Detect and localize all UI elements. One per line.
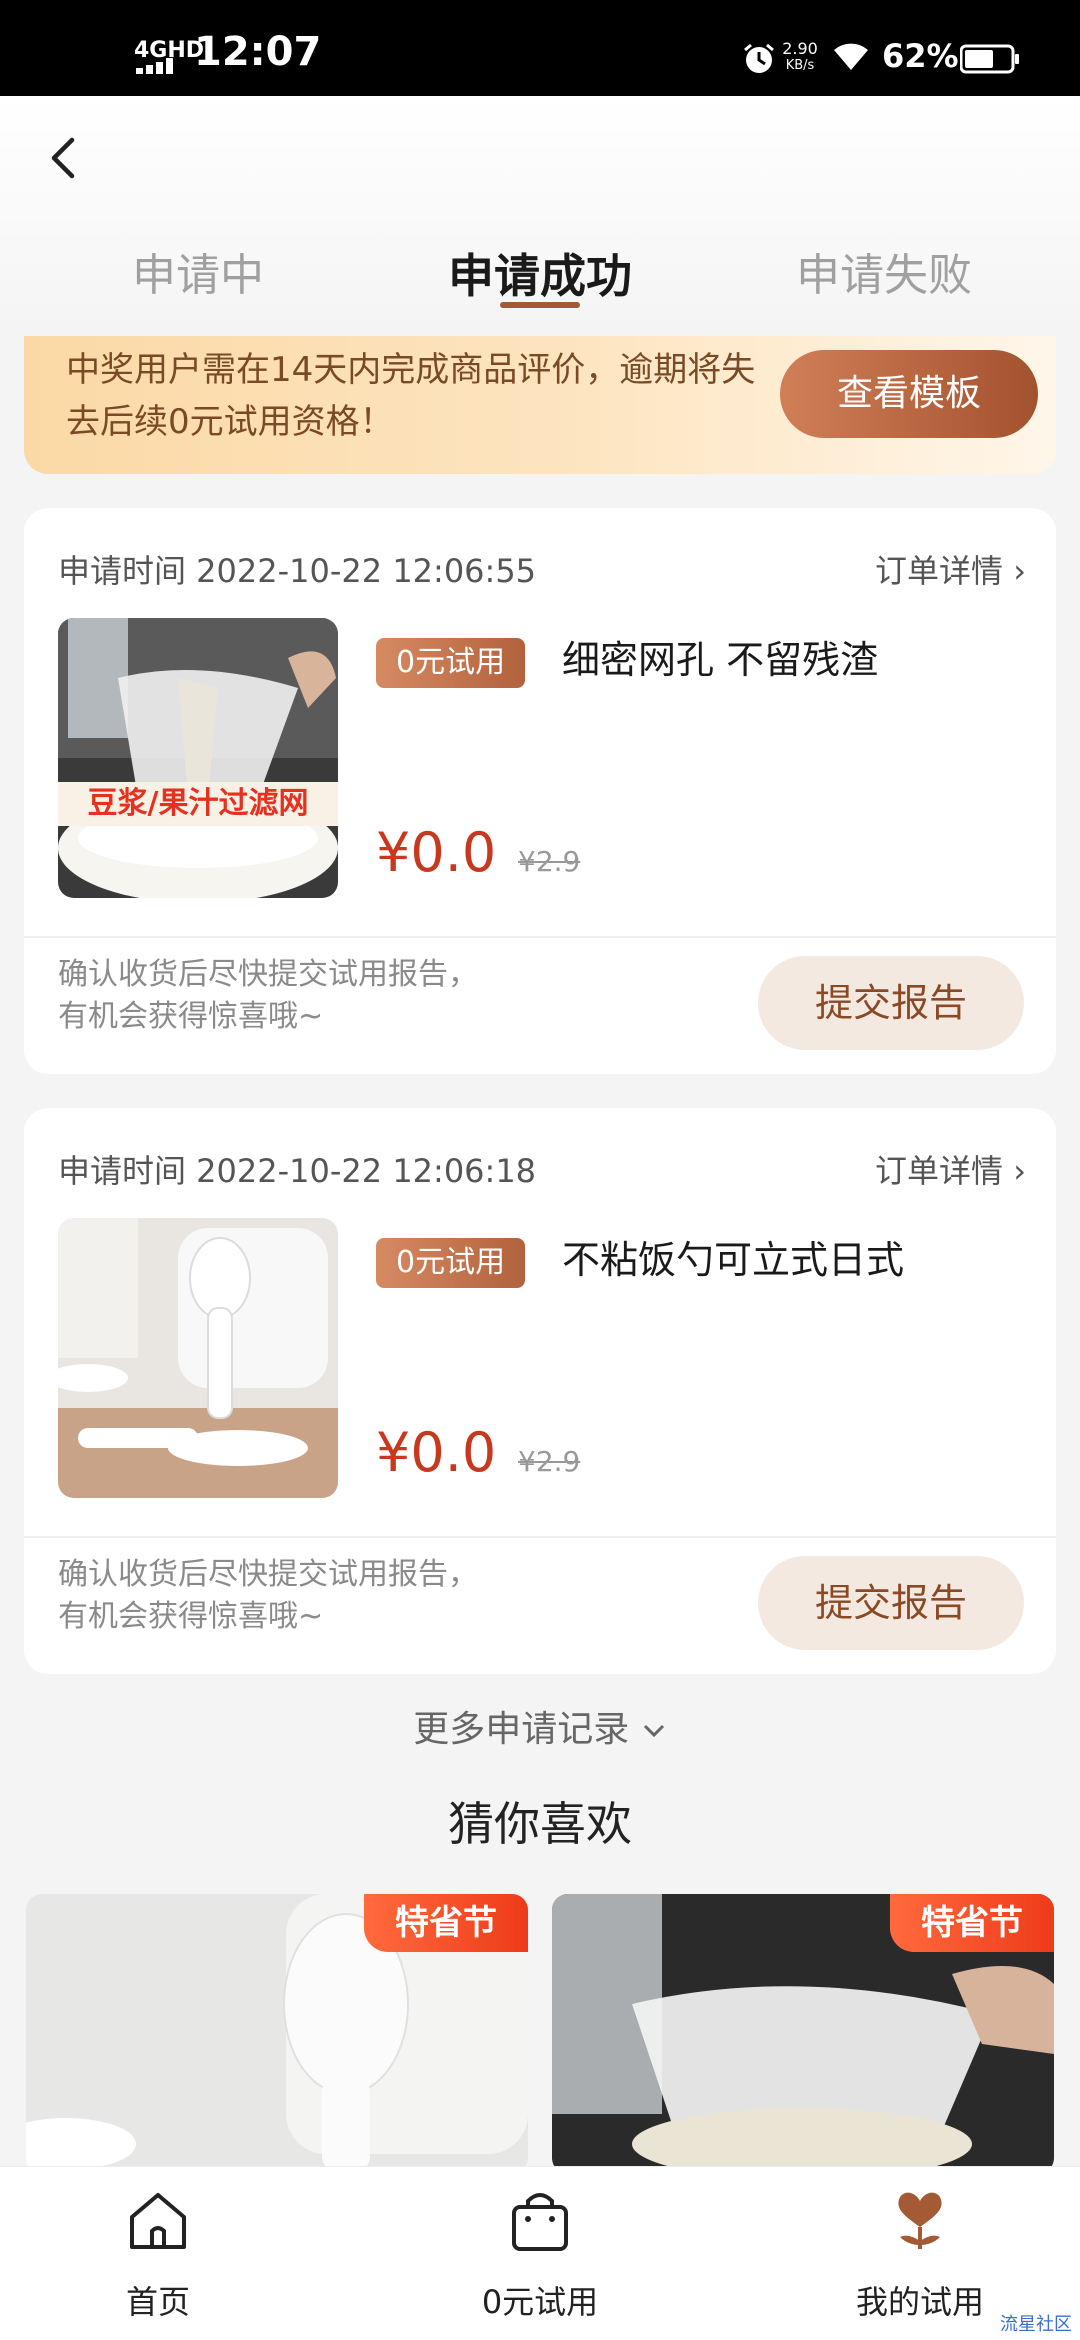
apply-time: 申请时间 2022-10-22 12:06:18 (58, 1152, 537, 1190)
promo-badge: 特省节 (364, 1894, 528, 1952)
page-header: 申请中 申请成功 申请失败 (0, 96, 1080, 336)
guess-you-like-title: 猜你喜欢 (448, 1797, 632, 1851)
alarm-icon (744, 43, 774, 73)
trial-price: ¥0.0 (376, 821, 497, 884)
status-bar: 4GHD 12:07 2.90 KB/s 62% (0, 0, 1080, 96)
image-caption: 豆浆/果汁过滤网 (58, 782, 338, 826)
free-trial-tag: 0元试用 (376, 638, 526, 688)
recommendation-card[interactable]: 特省节 (552, 1894, 1054, 2174)
original-price: ¥2.9 (518, 1445, 581, 1478)
order-detail-link[interactable]: 订单详情 › (875, 546, 1026, 592)
original-price: ¥2.9 (518, 845, 581, 878)
nav-free-trial-label: 0元试用 (481, 2283, 599, 2321)
signal-icon (136, 58, 173, 74)
report-hint: 确认收货后尽快提交试用报告，有机会获得惊喜哦~ (58, 1557, 478, 1634)
nav-home[interactable]: 首页 (8, 2167, 308, 2340)
nav-free-trial[interactable]: 0元试用 (390, 2167, 690, 2340)
recommendation-card[interactable]: 特省节 (26, 1894, 528, 2174)
report-hint: 确认收货后尽快提交试用报告，有机会获得惊喜哦~ (58, 957, 478, 1034)
order-detail-link[interactable]: 订单详情 › (875, 1146, 1026, 1192)
notice-banner: 中奖用户需在14天内完成商品评价，逾期将失去后续0元试用资格！ 查看模板 (24, 336, 1056, 474)
product-title[interactable]: 细密网孔 不留残渣 (562, 630, 878, 690)
status-tabs: 申请中 申请成功 申请失败 (0, 236, 1080, 336)
battery-percent: 62% (882, 37, 959, 75)
clock: 12:07 (194, 29, 322, 75)
speed-unit: KB/s (785, 58, 815, 73)
apply-time: 申请时间 2022-10-22 12:06:55 (58, 552, 537, 590)
trial-price: ¥0.0 (376, 1421, 497, 1484)
tab-failed[interactable]: 申请失败 (734, 236, 1034, 316)
more-records-link[interactable]: 更多申请记录 (0, 1700, 1080, 1752)
order-card: 申请时间 2022-10-22 12:06:55 订单详情 › 豆浆/果汁过滤网… (24, 508, 1056, 1074)
order-card: 申请时间 2022-10-22 12:06:18 订单详情 › 0元试用 不粘饭… (24, 1108, 1056, 1674)
nav-home-label: 首页 (125, 2283, 190, 2321)
product-image[interactable] (58, 1218, 338, 1498)
active-tab-indicator (500, 302, 580, 308)
shopping-bag-icon (512, 2193, 568, 2251)
notice-text: 中奖用户需在14天内完成商品评价，逾期将失去后续0元试用资格！ (66, 350, 756, 442)
tab-applying[interactable]: 申请中 (48, 236, 348, 316)
wifi-icon (834, 43, 868, 70)
product-title[interactable]: 不粘饭勺可立式日式 (562, 1230, 904, 1290)
view-template-button[interactable]: 查看模板 (780, 350, 1038, 438)
submit-report-button[interactable]: 提交报告 (758, 956, 1024, 1050)
divider (24, 936, 1056, 938)
network-speed: 2.90 KB/s (780, 40, 820, 74)
speed-value: 2.90 (782, 39, 818, 58)
back-arrow-icon[interactable] (40, 134, 88, 182)
promo-badge: 特省节 (890, 1894, 1054, 1952)
divider (24, 1536, 1056, 1538)
chevron-down-icon (643, 1724, 664, 1738)
product-image[interactable]: 豆浆/果汁过滤网 (58, 618, 338, 898)
submit-report-button[interactable]: 提交报告 (758, 1556, 1024, 1650)
watermark: 流星社区 (1000, 2314, 1072, 2335)
home-icon (130, 2193, 186, 2249)
free-trial-tag: 0元试用 (376, 1238, 526, 1288)
battery-icon (960, 44, 1019, 74)
flower-icon (898, 2192, 942, 2249)
bottom-navigation: 首页 0元试用 我的试用 流星社区 (0, 2166, 1080, 2340)
more-records-label: 更多申请记录 (413, 1709, 630, 1750)
